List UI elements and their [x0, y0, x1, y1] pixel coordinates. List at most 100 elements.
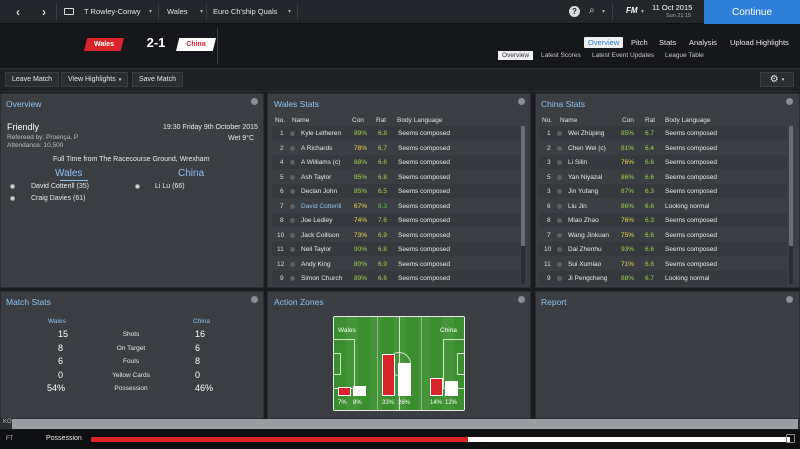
table-row[interactable]: 9 Simon Church 89% 6.6 Seems composed — [272, 271, 520, 285]
player-name[interactable]: Neil Taylor — [301, 246, 331, 253]
table-row[interactable]: 4 A Williams (c) 88% 6.6 Seems composed — [272, 155, 520, 169]
settings-button[interactable]: ⚙ ▾ — [760, 72, 794, 87]
expand-icon[interactable] — [786, 434, 795, 443]
chevron-down-icon[interactable]: ▾ — [602, 8, 605, 15]
col-rat[interactable]: Rat — [376, 117, 386, 124]
help-icon[interactable]: ? — [569, 6, 580, 17]
player-name[interactable]: David Cotterill — [301, 203, 341, 210]
scroll-thumb[interactable] — [521, 126, 525, 246]
scroll-thumb[interactable] — [789, 126, 793, 246]
timeline-strip[interactable]: KO — [0, 419, 800, 429]
subtab-latest-event-updates[interactable]: Latest Event Updates — [588, 51, 658, 60]
player-name[interactable]: Ji Pengcheng — [568, 275, 607, 282]
close-icon[interactable] — [518, 296, 525, 303]
player-name[interactable]: Wei Zhüping — [568, 130, 604, 137]
table-row[interactable]: 8 Miao Zhao 76% 6.3 Seems composed — [539, 213, 787, 227]
scrollbar[interactable] — [789, 126, 793, 284]
table-row[interactable]: 6 Liu Jin 86% 6.6 Looking normal — [539, 199, 787, 213]
view-highlights-button[interactable]: View Highlights ▾ — [61, 72, 129, 87]
player-name[interactable]: Ash Taylor — [301, 174, 331, 181]
table-row[interactable]: 1 Wei Zhüping 85% 6.7 Seems composed — [539, 126, 787, 140]
player-name[interactable]: Andy King — [301, 261, 331, 268]
player-name[interactable]: A Williams (c) — [301, 159, 340, 166]
scorer[interactable]: David Cotterill (35) — [31, 183, 89, 190]
chevron-down-icon[interactable]: ▾ — [641, 8, 644, 15]
forward-button[interactable]: › — [34, 1, 54, 23]
save-match-button[interactable]: Save Match — [132, 72, 183, 87]
col-con[interactable]: Con — [622, 117, 634, 124]
table-row[interactable]: 12 Andy King 80% 6.9 Seems composed — [272, 257, 520, 271]
table-row[interactable]: 7 Wang Jinkuan 75% 6.6 Seems composed — [539, 228, 787, 242]
fm-logo[interactable]: FM — [626, 6, 638, 15]
col-name[interactable]: Name — [292, 117, 309, 124]
player-name[interactable]: Kyle Letheren — [301, 130, 341, 137]
close-icon[interactable] — [786, 98, 793, 105]
player-name[interactable]: Yan Niyazal — [568, 174, 602, 181]
scorer[interactable]: Craig Davies (61) — [31, 195, 85, 202]
col-body-language[interactable]: Body Language — [665, 117, 711, 124]
table-row[interactable]: 11 Neil Taylor 90% 6.8 Seems composed — [272, 242, 520, 256]
player-name[interactable]: Li Silin — [568, 159, 587, 166]
player-name[interactable]: Declan John — [301, 188, 337, 195]
player-name[interactable]: Sui Xumiao — [568, 261, 601, 268]
table-row[interactable]: 2 A Richards 78% 6.7 Seems composed — [272, 141, 520, 155]
scorer[interactable]: Li Lu (66) — [155, 183, 185, 190]
player-name[interactable]: Wang Jinkuan — [568, 232, 609, 239]
table-row[interactable]: 1 Kyle Letheren 89% 6.8 Seems composed — [272, 126, 520, 140]
nation-menu[interactable]: Wales — [167, 7, 188, 16]
player-name[interactable]: Chen Wei (c) — [568, 145, 606, 152]
table-row[interactable]: 5 Yan Niyazal 86% 6.6 Seems composed — [539, 170, 787, 184]
table-row[interactable]: 10 Jack Collison 73% 6.9 Seems composed — [272, 228, 520, 242]
scrollbar[interactable] — [521, 126, 525, 284]
chevron-down-icon[interactable]: ▾ — [288, 8, 291, 15]
tab-pitch[interactable]: Pitch — [627, 37, 652, 48]
col-rat[interactable]: Rat — [645, 117, 655, 124]
table-row[interactable]: 2 Chen Wei (c) 81% 6.4 Seems composed — [539, 141, 787, 155]
table-row[interactable]: 3 Jin Yufang 87% 6.3 Seems composed — [539, 184, 787, 198]
leave-match-button[interactable]: Leave Match — [5, 72, 60, 87]
player-name[interactable]: Simon Church — [301, 275, 342, 282]
timeline-track[interactable] — [12, 419, 798, 429]
col-no[interactable]: No. — [542, 117, 552, 124]
table-row[interactable]: 8 Joe Ledley 74% 7.6 Seems composed — [272, 213, 520, 227]
player-name[interactable]: Joe Ledley — [301, 217, 332, 224]
close-icon[interactable] — [251, 296, 258, 303]
back-button[interactable]: ‹ — [8, 1, 28, 23]
table-row[interactable]: 7 David Cotterill 67% 8.3 Seems composed — [272, 199, 520, 213]
table-row[interactable]: 3 Li Silin 76% 6.6 Seems composed — [539, 155, 787, 169]
competition-menu[interactable]: Euro Ch'ship Quals — [213, 7, 277, 16]
subtab-overview[interactable]: Overview — [498, 51, 534, 60]
player-name[interactable]: Jack Collison — [301, 232, 339, 239]
manager-name[interactable]: T Rowley-Conwy — [84, 7, 141, 16]
close-icon[interactable] — [518, 98, 525, 105]
close-icon[interactable] — [786, 296, 793, 303]
subtab-latest-scores[interactable]: Latest Scores — [537, 51, 585, 60]
subtab-league-table[interactable]: League Table — [661, 51, 708, 60]
tab-upload-highlights[interactable]: Upload Highlights — [726, 37, 793, 48]
search-icon[interactable]: ⌕ — [589, 5, 595, 16]
table-row[interactable]: 6 Declan John 85% 6.5 Seems composed — [272, 184, 520, 198]
overview-away-team[interactable]: China — [178, 168, 204, 179]
chevron-down-icon[interactable]: ▾ — [149, 8, 152, 15]
chevron-down-icon[interactable]: ▾ — [200, 8, 203, 15]
tab-analysis[interactable]: Analysis — [685, 37, 721, 48]
player-name[interactable]: Liu Jin — [568, 203, 587, 210]
tab-stats[interactable]: Stats — [655, 37, 680, 48]
player-name[interactable]: Miao Zhao — [568, 217, 599, 224]
continue-button[interactable]: Continue — [704, 0, 800, 24]
away-team-badge[interactable]: China — [176, 38, 216, 51]
table-row[interactable]: 11 Sui Xumiao 71% 6.8 Seems composed — [539, 257, 787, 271]
col-no[interactable]: No. — [275, 117, 285, 124]
table-row[interactable]: 10 Dai Zhenhu 93% 6.6 Seems composed — [539, 242, 787, 256]
player-name[interactable]: Dai Zhenhu — [568, 246, 602, 253]
table-row[interactable]: 5 Ash Taylor 95% 6.8 Seems composed — [272, 170, 520, 184]
table-row[interactable]: 9 Ji Pengcheng 88% 6.7 Looking normal — [539, 271, 787, 285]
col-con[interactable]: Con — [352, 117, 364, 124]
home-team-badge[interactable]: Wales — [84, 38, 124, 51]
tab-overview[interactable]: Overview — [584, 37, 624, 48]
close-icon[interactable] — [251, 98, 258, 105]
player-name[interactable]: A Richards — [301, 145, 332, 152]
col-name[interactable]: Name — [560, 117, 577, 124]
overview-home-team[interactable]: Wales — [55, 168, 82, 179]
col-body-language[interactable]: Body Language — [397, 117, 443, 124]
